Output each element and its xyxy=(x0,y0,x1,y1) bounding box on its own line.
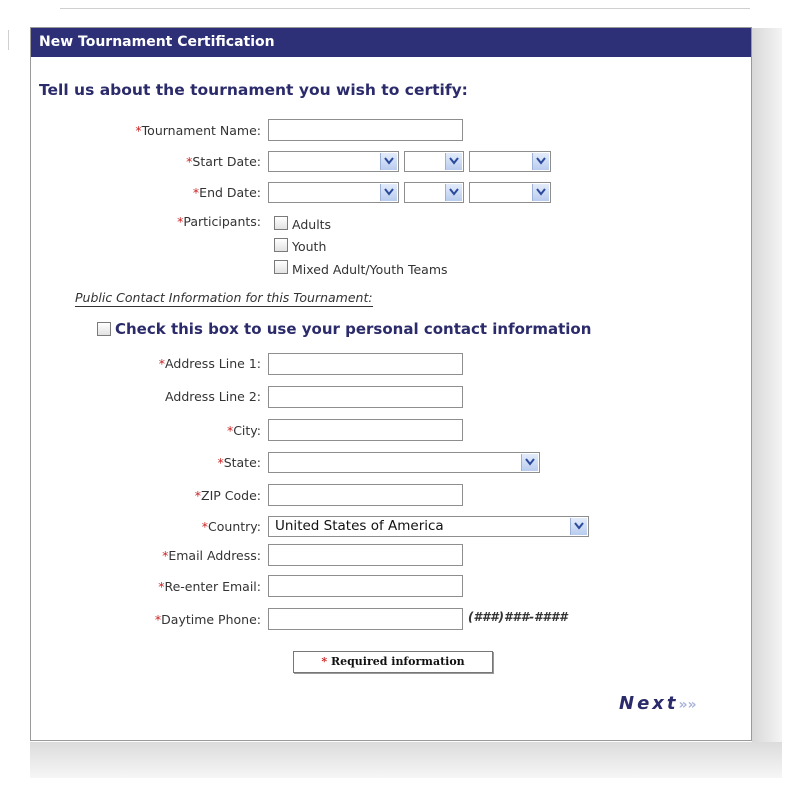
chevron-down-icon xyxy=(532,184,549,201)
end-date-label: *End Date: xyxy=(192,185,261,200)
address-line-1-label: *Address Line 1: xyxy=(158,356,261,371)
participants-adults-checkbox[interactable] xyxy=(274,216,288,230)
participants-adults-label: Adults xyxy=(292,217,332,232)
daytime-phone-input[interactable] xyxy=(268,608,463,630)
country-selected-value: United States of America xyxy=(275,518,444,534)
chevron-down-icon xyxy=(380,153,397,170)
email-input[interactable] xyxy=(268,544,463,566)
chevron-down-icon xyxy=(532,153,549,170)
participants-youth-label: Youth xyxy=(292,239,327,254)
address-line-2-label: Address Line 2: xyxy=(165,389,261,404)
tournament-name-input[interactable] xyxy=(268,119,463,141)
required-information-legend: * Required information xyxy=(293,651,493,673)
daytime-phone-label: *Daytime Phone: xyxy=(154,612,261,627)
certification-form-panel: New Tournament Certification Tell us abo… xyxy=(30,27,752,741)
personal-contact-checkbox[interactable] xyxy=(97,322,111,336)
form-title-bar: New Tournament Certification xyxy=(31,28,751,57)
state-select[interactable] xyxy=(268,452,540,473)
start-year-select[interactable] xyxy=(469,151,551,172)
start-date-label: *Start Date: xyxy=(186,154,261,169)
next-button[interactable]: Next»» xyxy=(619,693,697,717)
personal-contact-label: Check this box to use your personal cont… xyxy=(115,320,592,338)
zip-code-label: *ZIP Code: xyxy=(194,488,261,503)
chevron-down-icon xyxy=(380,184,397,201)
reenter-email-input[interactable] xyxy=(268,575,463,597)
next-button-label: Next xyxy=(619,693,679,714)
participants-mixed-label: Mixed Adult/Youth Teams xyxy=(292,262,448,277)
chevron-down-icon xyxy=(445,184,462,201)
end-year-select[interactable] xyxy=(469,182,551,203)
start-day-select[interactable] xyxy=(404,151,464,172)
city-input[interactable] xyxy=(268,419,463,441)
phone-format-hint: (###)###-#### xyxy=(468,610,568,624)
participants-youth-checkbox[interactable] xyxy=(274,238,288,252)
end-day-select[interactable] xyxy=(404,182,464,203)
reenter-email-label: *Re-enter Email: xyxy=(158,579,261,594)
email-label: *Email Address: xyxy=(162,548,261,563)
address-line-2-input[interactable] xyxy=(268,386,463,408)
tournament-name-label: *Tournament Name: xyxy=(135,123,261,138)
panel-shadow-right xyxy=(752,28,782,776)
page-top-line xyxy=(60,8,750,9)
panel-shadow-bottom xyxy=(30,742,782,778)
chevron-down-icon xyxy=(521,454,538,471)
city-label: *City: xyxy=(226,423,261,438)
address-line-1-input[interactable] xyxy=(268,353,463,375)
form-heading: Tell us about the tournament you wish to… xyxy=(39,81,468,99)
chevron-down-icon xyxy=(445,153,462,170)
participants-label: *Participants: xyxy=(177,214,261,229)
double-arrow-right-icon: »» xyxy=(678,697,697,713)
zip-code-input[interactable] xyxy=(268,484,463,506)
page-left-mark xyxy=(8,30,9,50)
country-select[interactable]: United States of America xyxy=(268,516,589,537)
start-month-select[interactable] xyxy=(268,151,399,172)
participants-mixed-checkbox[interactable] xyxy=(274,260,288,274)
public-contact-heading: Public Contact Information for this Tour… xyxy=(75,290,373,307)
chevron-down-icon xyxy=(570,518,587,535)
end-month-select[interactable] xyxy=(268,182,399,203)
state-label: *State: xyxy=(217,455,261,470)
country-label: *Country: xyxy=(201,519,261,534)
